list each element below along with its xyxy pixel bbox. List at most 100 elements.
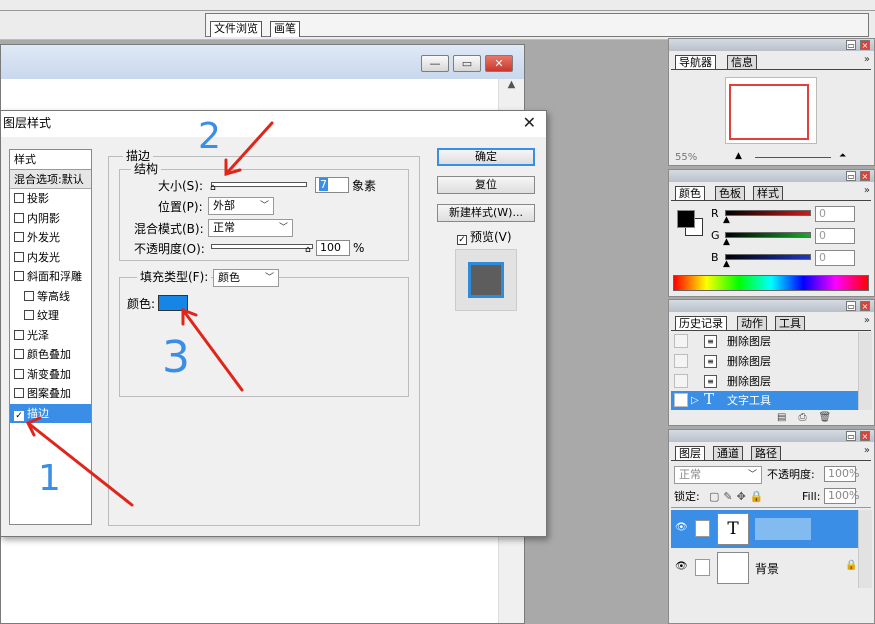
position-select[interactable]: 外部 ﹀ — [208, 197, 274, 215]
checkbox[interactable] — [14, 329, 24, 340]
zoom-slider[interactable] — [755, 157, 831, 158]
tab-layers[interactable]: 图层 — [675, 446, 705, 461]
panel-minimize-icon[interactable]: ▭ — [846, 40, 856, 50]
dialog-close-icon[interactable]: ✕ — [523, 113, 536, 133]
reset-button[interactable]: 复位 — [437, 176, 535, 194]
checkbox[interactable] — [14, 193, 24, 203]
foreground-color-swatch[interactable] — [677, 210, 695, 228]
fill-input[interactable]: 100% — [824, 488, 859, 504]
blend-mode-select[interactable]: 正常 ﹀ — [208, 219, 293, 237]
style-texture[interactable]: 纹理 — [10, 306, 91, 326]
tab-brushes[interactable]: 画笔 — [270, 21, 300, 37]
style-color-overlay[interactable]: 颜色叠加 — [10, 345, 91, 365]
history-item[interactable]: ≡ 删除图层 — [671, 352, 859, 371]
opacity-slider[interactable] — [211, 244, 313, 249]
tab-styles[interactable]: 样式 — [753, 186, 783, 201]
zoom-in-icon[interactable]: ⏶ — [839, 151, 846, 161]
eye-icon[interactable]: 👁 — [675, 561, 689, 573]
close-button[interactable]: ✕ — [485, 55, 513, 72]
tab-file-browser[interactable]: 文件浏览 — [210, 21, 262, 37]
checkmark-icon[interactable]: ✓ — [457, 235, 467, 245]
checkbox[interactable] — [14, 251, 24, 262]
checkbox[interactable] — [14, 212, 24, 223]
minimize-button[interactable]: — — [421, 55, 449, 72]
lock-icons[interactable]: ▢✎✥🔒 — [709, 489, 768, 505]
eye-icon[interactable]: 👁 — [675, 522, 689, 534]
channel-value-input[interactable]: 0 — [815, 228, 855, 244]
slider-thumb-icon[interactable]: ▲ — [723, 260, 730, 269]
style-satin[interactable]: 光泽 — [10, 326, 91, 346]
panel-menu-icon[interactable]: » — [864, 185, 870, 196]
history-scrollbar[interactable] — [858, 332, 872, 410]
history-item-selected[interactable]: ▷ T 文字工具 — [671, 390, 859, 410]
slider-thumb-icon[interactable]: ⌂ — [210, 184, 216, 193]
panel-minimize-icon[interactable]: ▭ — [846, 301, 856, 311]
tab-info[interactable]: 信息 — [727, 55, 757, 70]
style-pattern-overlay[interactable]: 图案叠加 — [10, 384, 91, 404]
layer-row-background[interactable]: 👁 背景 🔒 — [671, 549, 861, 587]
slider-thumb-icon[interactable]: ▲ — [723, 216, 730, 225]
style-outer-glow[interactable]: 外发光 — [10, 228, 91, 248]
checkbox[interactable] — [14, 349, 24, 359]
checkbox[interactable] — [14, 271, 24, 281]
style-blending-options[interactable]: 混合选项:默认 — [10, 169, 91, 189]
checkbox[interactable] — [24, 290, 34, 301]
view-box[interactable] — [729, 84, 809, 140]
panel-menu-icon[interactable]: » — [864, 315, 870, 326]
fill-type-select[interactable]: 颜色 ﹀ — [213, 269, 279, 287]
new-style-button[interactable]: 新建样式(W)... — [437, 204, 535, 222]
size-input[interactable]: 7 — [315, 177, 349, 193]
navigator-thumbnail[interactable] — [725, 77, 817, 144]
style-contour[interactable]: 等高线 — [10, 287, 91, 307]
panel-minimize-icon[interactable]: ▭ — [846, 171, 856, 181]
checkmark-icon[interactable]: ✓ — [14, 410, 24, 421]
history-item[interactable]: ≡ 删除图层 — [671, 372, 859, 391]
history-item[interactable]: ≡ 删除图层 — [671, 332, 859, 351]
panel-close-icon[interactable]: × — [860, 171, 870, 181]
style-stroke[interactable]: ✓ 描边 — [10, 403, 91, 423]
opacity-input[interactable]: 100 — [316, 240, 350, 256]
checkbox[interactable] — [14, 368, 24, 379]
brush-icon[interactable]: ✎ — [695, 520, 710, 537]
scroll-up-icon[interactable]: ▲ — [508, 79, 516, 90]
tab-actions[interactable]: 动作 — [737, 316, 767, 331]
checkbox[interactable] — [24, 310, 34, 320]
channel-value-input[interactable]: 0 — [815, 206, 855, 222]
style-inner-glow[interactable]: 内发光 — [10, 248, 91, 268]
preview-checkbox[interactable]: ✓ 预览(V) — [457, 228, 512, 245]
slider-thumb-icon[interactable]: ⌂ — [305, 246, 311, 255]
tab-channels[interactable]: 通道 — [713, 446, 743, 461]
checkbox[interactable] — [14, 232, 24, 242]
style-gradient-overlay[interactable]: 渐变叠加 — [10, 365, 91, 385]
layer-row-text[interactable]: 👁 ✎ T — [671, 510, 861, 548]
panel-menu-icon[interactable]: » — [864, 445, 870, 456]
slider-thumb-icon[interactable]: ▲ — [723, 238, 730, 247]
ok-button[interactable]: 确定 — [437, 148, 535, 166]
zoom-out-icon[interactable]: ▲ — [735, 151, 742, 161]
link-slot[interactable] — [695, 559, 710, 576]
layer-blend-mode-select[interactable]: 正常 ﹀ — [674, 466, 762, 484]
size-slider[interactable] — [211, 182, 307, 187]
channel-slider[interactable] — [725, 254, 811, 260]
layers-scrollbar[interactable] — [858, 510, 872, 588]
layer-name-blurred[interactable] — [755, 518, 811, 540]
channel-slider[interactable] — [725, 210, 811, 216]
tab-tools[interactable]: 工具 — [775, 316, 805, 331]
zoom-level[interactable]: 55% — [675, 152, 697, 163]
panel-close-icon[interactable]: × — [860, 40, 870, 50]
tab-history[interactable]: 历史记录 — [675, 316, 727, 331]
style-drop-shadow[interactable]: 投影 — [10, 189, 91, 209]
tab-paths[interactable]: 路径 — [751, 446, 781, 461]
checkbox[interactable] — [14, 388, 24, 398]
channel-slider[interactable] — [725, 232, 811, 238]
panel-close-icon[interactable]: × — [860, 301, 870, 311]
history-footer-icons[interactable]: ▤⎙🗑 — [777, 412, 843, 423]
stroke-color-swatch[interactable] — [158, 295, 188, 311]
tab-swatches[interactable]: 色板 — [715, 186, 745, 201]
channel-value-input[interactable]: 0 — [815, 250, 855, 266]
panel-menu-icon[interactable]: » — [864, 54, 870, 65]
style-inner-shadow[interactable]: 内阴影 — [10, 209, 91, 229]
panel-minimize-icon[interactable]: ▭ — [846, 431, 856, 441]
tab-navigator[interactable]: 导航器 — [675, 55, 716, 70]
color-ramp[interactable] — [673, 275, 869, 291]
